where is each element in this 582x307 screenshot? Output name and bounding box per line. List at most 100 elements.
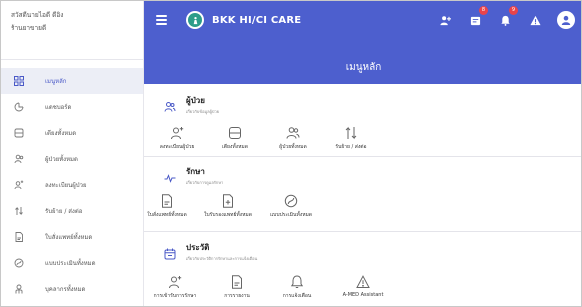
transfer-icon: [345, 126, 357, 140]
patients-icon: [164, 98, 176, 112]
warning-icon[interactable]: [527, 12, 543, 28]
tile-label: รับย้าย / ส่งต่อ: [335, 144, 367, 150]
notifications-badge: 8: [479, 6, 488, 15]
bed-icon: [229, 127, 241, 139]
user-greeting: สวัสดีนายไอดี ดีอิง: [11, 11, 64, 19]
sidebar-item-label: แบบประเมินทั้งหมด: [45, 260, 96, 267]
section-subtitle: เกี่ยวกับการดูแลรักษา: [186, 180, 224, 185]
calendar-icon: [164, 245, 176, 260]
sidebar-item-label: เตียงทั้งหมด: [45, 130, 77, 137]
app-window: สวัสดีนายไอดี ดีอิง ร้านยาขายดี เมนูหลัก…: [0, 0, 582, 307]
bell-icon[interactable]: 9: [497, 6, 518, 28]
sidebar-item-label: เมนูหลัก: [45, 78, 67, 85]
sidebar-item-dashboard[interactable]: แดชบอร์ด: [1, 94, 143, 120]
sidebar-item-label: ใบสั่งแพทย์ทั้งหมด: [45, 234, 93, 241]
tile-beds[interactable]: เตียงทั้งหมด: [206, 126, 264, 151]
staff-icon: [11, 281, 27, 297]
patients-icon: [286, 127, 300, 139]
doctor-order-icon: [162, 194, 172, 208]
tile-row: ใบสั่งแพทย์ทั้งหมด ใบรับรองแพทย์ทั้งหมด …: [138, 194, 322, 219]
tile-label: เตียงทั้งหมด: [222, 144, 248, 150]
sidebar-item-label: รับย้าย / ส่งต่อ: [45, 208, 83, 215]
section-header: รักษา เกี่ยวกับการดูแลรักษา: [164, 167, 223, 186]
tile-label: A-MED Assistant: [342, 292, 384, 298]
warning-icon: [356, 275, 370, 288]
add-user-icon[interactable]: [437, 12, 453, 28]
alerts-badge: 9: [509, 6, 518, 15]
bell-icon: [290, 275, 304, 288]
section-title: รักษา: [186, 167, 205, 176]
grid-icon: [11, 73, 27, 89]
tile-label: ลงทะเบียนผู้ป่วย: [159, 144, 195, 150]
add-user-icon: [171, 127, 184, 140]
sidebar-item-transfer[interactable]: รับย้าย / ส่งต่อ: [1, 198, 143, 224]
sidebar-item-main-menu[interactable]: เมนูหลัก: [1, 68, 143, 94]
store-name: ร้านยาขายดี: [11, 24, 47, 32]
sidebar-nav: เมนูหลัก แดชบอร์ด เตียงทั้งหมด ผู้ป่วยทั…: [1, 68, 143, 302]
user-avatar[interactable]: [557, 11, 575, 29]
sidebar-divider: [1, 59, 143, 60]
tile-label: ผู้ป่วยทั้งหมด: [279, 144, 307, 150]
assessment-icon: [284, 194, 298, 208]
page-title: เมนูหลัก: [345, 62, 382, 73]
app-title: BKK HI/CI CARE: [212, 14, 302, 26]
main-menu-card: ผู้ป่วย เกี่ยวกับข้อมูลผู้ป่วย ลงทะเบียน…: [142, 84, 581, 306]
tile-label: การแจ้งเตือน: [282, 293, 312, 299]
sidebar-item-label: แดชบอร์ด: [45, 104, 72, 111]
tile-transfer[interactable]: รับย้าย / ส่งต่อ: [322, 126, 380, 151]
section-title: ผู้ป่วย: [186, 96, 205, 105]
sidebar-item-label: ผู้ป่วยทั้งหมด: [45, 156, 78, 163]
section-header: ประวัติ เกี่ยวกับประวัติการรักษาและการแจ…: [164, 243, 257, 262]
tile-reports[interactable]: การรายงาน: [208, 275, 266, 300]
bed-icon: [11, 125, 27, 141]
sidebar: สวัสดีนายไอดี ดีอิง ร้านยาขายดี เมนูหลัก…: [1, 1, 144, 306]
top-bar: BKK HI/CI CARE 8 9: [144, 1, 581, 39]
top-bar-actions: 8 9: [437, 1, 575, 39]
tile-medical-certificates[interactable]: ใบรับรองแพทย์ทั้งหมด: [196, 194, 260, 219]
section-header: ผู้ป่วย เกี่ยวกับข้อมูลผู้ป่วย: [164, 96, 219, 115]
sidebar-item-doctor-orders[interactable]: ใบสั่งแพทย์ทั้งหมด: [1, 224, 143, 250]
sidebar-item-beds[interactable]: เตียงทั้งหมด: [1, 120, 143, 146]
inbox-icon[interactable]: 8: [467, 6, 488, 28]
tile-assessments[interactable]: แบบประเมินทั้งหมด: [260, 194, 322, 219]
tile-patients[interactable]: ผู้ป่วยทั้งหมด: [264, 126, 322, 151]
sidebar-item-label: บุคลากรทั้งหมด: [45, 286, 86, 293]
tile-label: แบบประเมินทั้งหมด: [269, 212, 313, 218]
sidebar-item-patients[interactable]: ผู้ป่วยทั้งหมด: [1, 146, 143, 172]
register-patient-icon: [11, 177, 27, 193]
tile-label: การรายงาน: [224, 293, 250, 299]
pulse-icon: [164, 169, 176, 183]
sidebar-item-assessments[interactable]: แบบประเมินทั้งหมด: [1, 250, 143, 276]
doctor-order-icon: [11, 229, 27, 245]
tile-register-patient[interactable]: ลงทะเบียนผู้ป่วย: [148, 126, 206, 151]
report-icon: [232, 275, 242, 289]
admission-icon: [169, 276, 182, 289]
tile-label: การเข้ารับการรักษา: [153, 293, 197, 299]
medical-certificate-icon: [223, 194, 233, 208]
tile-label: ใบสั่งแพทย์ทั้งหมด: [147, 212, 187, 218]
tile-row: ลงทะเบียนผู้ป่วย เตียงทั้งหมด ผู้ป่วยทั้…: [148, 126, 380, 151]
section-title: ประวัติ: [186, 243, 210, 252]
tile-row: การเข้ารับการรักษา การรายงาน การแจ้งเตือ…: [142, 275, 398, 300]
tile-admissions[interactable]: การเข้ารับการรักษา: [142, 275, 208, 300]
tile-label: ใบรับรองแพทย์ทั้งหมด: [204, 212, 252, 218]
patients-icon: [11, 151, 27, 167]
section-subtitle: เกี่ยวกับประวัติการรักษาและการแจ้งเตือน: [186, 256, 258, 261]
tile-amed-assistant[interactable]: A-MED Assistant: [328, 275, 398, 300]
assessment-icon: [11, 255, 27, 271]
section-history: ประวัติ เกี่ยวกับประวัติการรักษาและการแจ…: [142, 232, 581, 306]
section-patients: ผู้ป่วย เกี่ยวกับข้อมูลผู้ป่วย ลงทะเบียน…: [144, 84, 581, 154]
brand: สวัสดีนายไอดี ดีอิง ร้านยาขายดี: [1, 1, 143, 59]
section-treatment: รักษา เกี่ยวกับการดูแลรักษา ใบสั่งแพทย์ท…: [144, 157, 581, 229]
dashboard-icon: [11, 99, 27, 115]
section-subtitle: เกี่ยวกับข้อมูลผู้ป่วย: [186, 109, 220, 114]
sidebar-item-register-patient[interactable]: ลงทะเบียนผู้ป่วย: [1, 172, 143, 198]
page-header: เมนูหลัก: [144, 39, 581, 84]
hamburger-menu-icon[interactable]: [156, 15, 170, 25]
app-logo: [186, 11, 204, 29]
sidebar-item-label: ลงทะเบียนผู้ป่วย: [45, 182, 87, 189]
tile-notifications[interactable]: การแจ้งเตือน: [266, 275, 328, 300]
transfer-icon: [11, 203, 27, 219]
sidebar-item-staff[interactable]: บุคลากรทั้งหมด: [1, 276, 143, 302]
tile-doctor-orders[interactable]: ใบสั่งแพทย์ทั้งหมด: [138, 194, 196, 219]
